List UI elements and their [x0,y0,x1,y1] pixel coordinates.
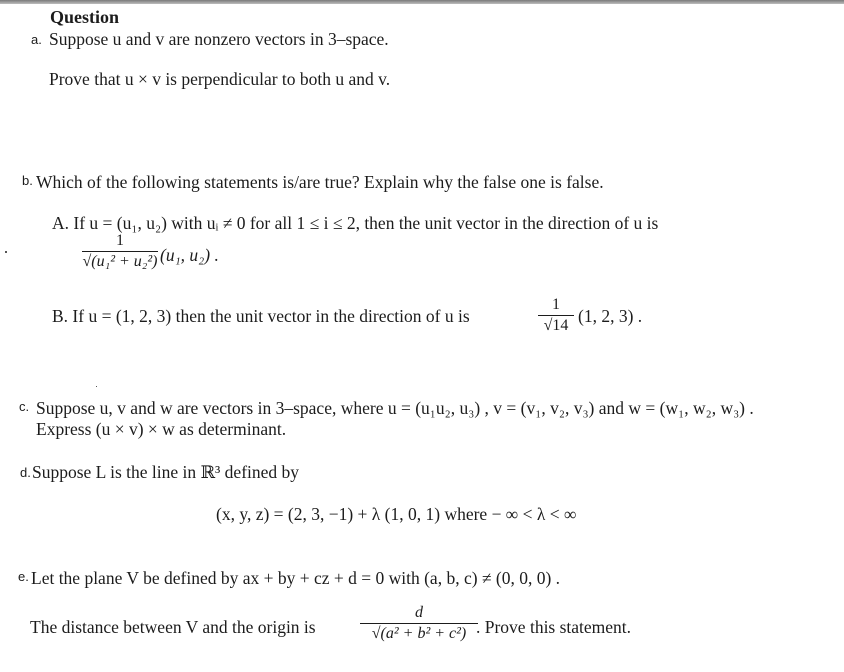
stray-dot [5,251,7,253]
statement-b-line1: B. If u = (1, 2, 3) then the unit vector… [52,306,470,326]
fraction-numerator: d [415,604,423,621]
part-e-fraction: d √(a² + b² + c²) [360,604,478,643]
statement-a-line1: A. If u = (u₁, u₂) with uᵢ ≠ 0 for all 1… [52,213,659,233]
fraction-denominator: √14 [543,317,569,334]
fraction-denominator: √(u₁² + u₂²) [82,253,158,270]
part-b-question: Which of the following statements is/are… [36,172,604,192]
part-c-line2: Express (u × v) × w as determinant. [36,419,287,439]
top-border [0,0,844,4]
statement-a-fraction: 1 √(u₁² + u₂²) [82,232,158,271]
part-e-label: e. [18,569,29,584]
part-d-line1: Suppose L is the line in ℝ³ defined by [32,462,300,482]
part-a-line2: Prove that u × v is perpendicular to bot… [49,69,391,89]
part-a-line1: Suppose u and v are nonzero vectors in 3… [49,29,389,49]
part-e-line2: The distance between V and the origin is [30,617,316,637]
part-d-label: d. [20,465,31,480]
fraction-numerator: 1 [116,232,124,249]
part-b-label: b. [22,173,33,188]
fraction-denominator: √(a² + b² + c²) [371,625,467,642]
statement-a-tail: (u₁, u₂) . [160,245,219,265]
fraction-bar [360,623,478,624]
stray-dot [96,386,97,387]
part-a-label: a. [31,32,42,47]
statement-b-fraction: 1 √14 [538,296,574,335]
fraction-numerator: 1 [552,296,560,313]
fraction-bar [538,315,574,316]
part-e-line1: Let the plane V be defined by ax + by + … [31,568,561,588]
fraction-bar [82,251,158,252]
part-d-equation: (x, y, z) = (2, 3, −1) + λ (1, 0, 1) whe… [216,504,577,524]
part-c-line1: Suppose u, v and w are vectors in 3–spac… [36,398,754,418]
statement-b-tail: (1, 2, 3) . [578,306,643,326]
part-e-tail: . Prove this statement. [476,617,632,637]
question-heading: Question [50,7,120,27]
part-c-label: c. [19,399,30,414]
